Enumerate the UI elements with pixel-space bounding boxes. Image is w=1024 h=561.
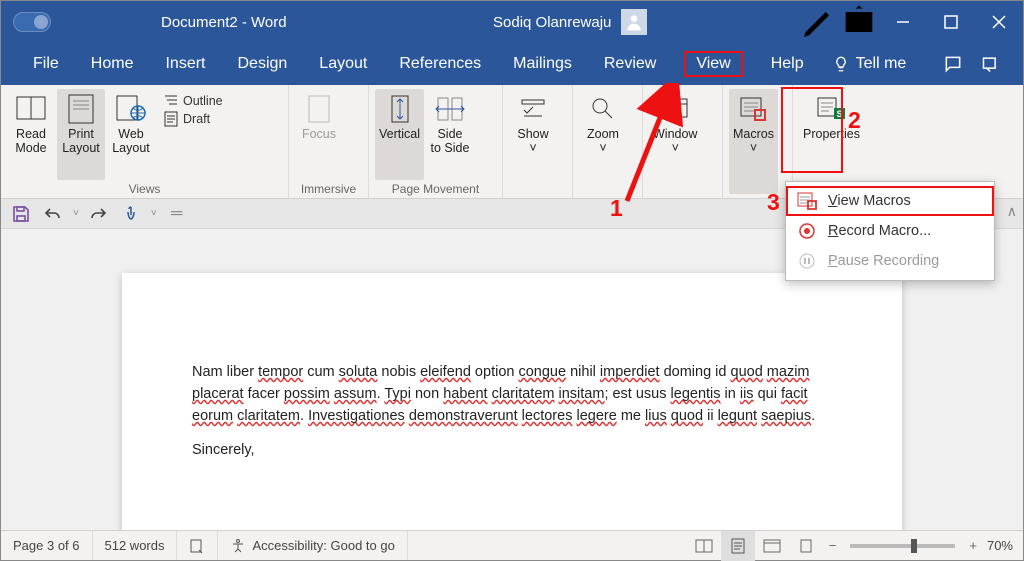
status-bar: Page 3 of 6 512 words Accessibility: Goo…	[1, 530, 1023, 560]
svg-text:S: S	[837, 109, 843, 119]
pause-recording-item: Pause Recording	[786, 246, 994, 276]
save-icon[interactable]	[9, 202, 33, 226]
lightbulb-icon	[832, 55, 850, 73]
vertical-button[interactable]: Vertical	[375, 89, 424, 180]
accessibility-status[interactable]: Accessibility: Good to go	[218, 531, 407, 560]
annotation-arrow	[609, 83, 689, 213]
tab-view[interactable]: View	[684, 51, 742, 77]
maximize-button[interactable]	[927, 1, 975, 43]
user-avatar[interactable]	[621, 9, 647, 35]
zoom-level[interactable]: 70%	[983, 538, 1023, 553]
properties-button[interactable]: S Properties	[799, 89, 864, 194]
body-paragraph: Nam liber tempor cum soluta nobis eleife…	[192, 361, 832, 427]
zoom-out-button[interactable]: −	[823, 538, 843, 553]
zoom-slider[interactable]	[850, 544, 955, 548]
document-page[interactable]: Nam liber tempor cum soluta nobis eleife…	[122, 273, 902, 530]
record-macro-item[interactable]: Record Macro...	[786, 216, 994, 246]
minimize-button[interactable]	[879, 1, 927, 43]
catch-up-icon[interactable]	[977, 50, 1005, 78]
outline-button[interactable]: Outline	[163, 93, 223, 109]
touch-mode-icon[interactable]	[119, 202, 143, 226]
word-count[interactable]: 512 words	[93, 531, 178, 560]
tab-file[interactable]: File	[29, 52, 63, 76]
tab-review[interactable]: Review	[600, 52, 660, 76]
focus-button[interactable]: Focus	[295, 89, 343, 180]
print-view-icon[interactable]	[721, 531, 755, 561]
side-to-side-button[interactable]: Sideto Side	[426, 89, 474, 180]
page-indicator[interactable]: Page 3 of 6	[1, 531, 93, 560]
callout-2: 2	[848, 107, 861, 134]
ribbon-display-icon[interactable]	[839, 1, 879, 43]
customize-qat-icon[interactable]: ═	[165, 202, 189, 226]
undo-icon[interactable]	[41, 202, 65, 226]
read-view-icon[interactable]	[687, 531, 721, 561]
read-mode-button[interactable]: ReadMode	[7, 89, 55, 180]
view-macros-item[interactable]: View Macros	[786, 186, 994, 216]
draft-button[interactable]: Draft	[163, 111, 223, 127]
collapse-ribbon-icon[interactable]: ∧	[1007, 203, 1017, 220]
focus-view-icon[interactable]	[789, 531, 823, 561]
tab-home[interactable]: Home	[87, 52, 138, 76]
tab-design[interactable]: Design	[233, 52, 291, 76]
redo-icon[interactable]	[87, 202, 111, 226]
tab-references[interactable]: References	[395, 52, 485, 76]
user-name: Sodiq Olanrewaju	[493, 14, 611, 31]
autosave-toggle[interactable]	[13, 12, 51, 32]
proofing-indicator[interactable]	[177, 531, 218, 560]
body-paragraph: Sincerely,	[192, 439, 832, 461]
tell-me-search[interactable]: Tell me	[832, 55, 907, 73]
comments-icon[interactable]	[939, 50, 967, 78]
tab-insert[interactable]: Insert	[161, 52, 209, 76]
menu-bar: File Home Insert Design Layout Reference…	[1, 43, 1023, 85]
close-button[interactable]	[975, 1, 1023, 43]
callout-3: 3	[767, 189, 780, 216]
macros-menu: View Macros Record Macro... Pause Record…	[785, 181, 995, 281]
title-bar: Document2 - Word Sodiq Olanrewaju	[1, 1, 1023, 43]
web-view-icon[interactable]	[755, 531, 789, 561]
tab-layout[interactable]: Layout	[315, 52, 371, 76]
pen-icon[interactable]	[799, 1, 839, 43]
zoom-in-button[interactable]: +	[963, 538, 983, 553]
macros-dropdown[interactable]: Macros˅	[729, 89, 778, 194]
tab-help[interactable]: Help	[767, 52, 808, 76]
callout-1: 1	[610, 195, 623, 222]
web-layout-button[interactable]: WebLayout	[107, 89, 155, 180]
accessibility-icon	[230, 538, 246, 554]
show-dropdown[interactable]: Show˅	[509, 89, 557, 194]
tab-mailings[interactable]: Mailings	[509, 52, 576, 76]
print-layout-button[interactable]: PrintLayout	[57, 89, 105, 180]
window-title: Document2 - Word	[161, 14, 287, 31]
